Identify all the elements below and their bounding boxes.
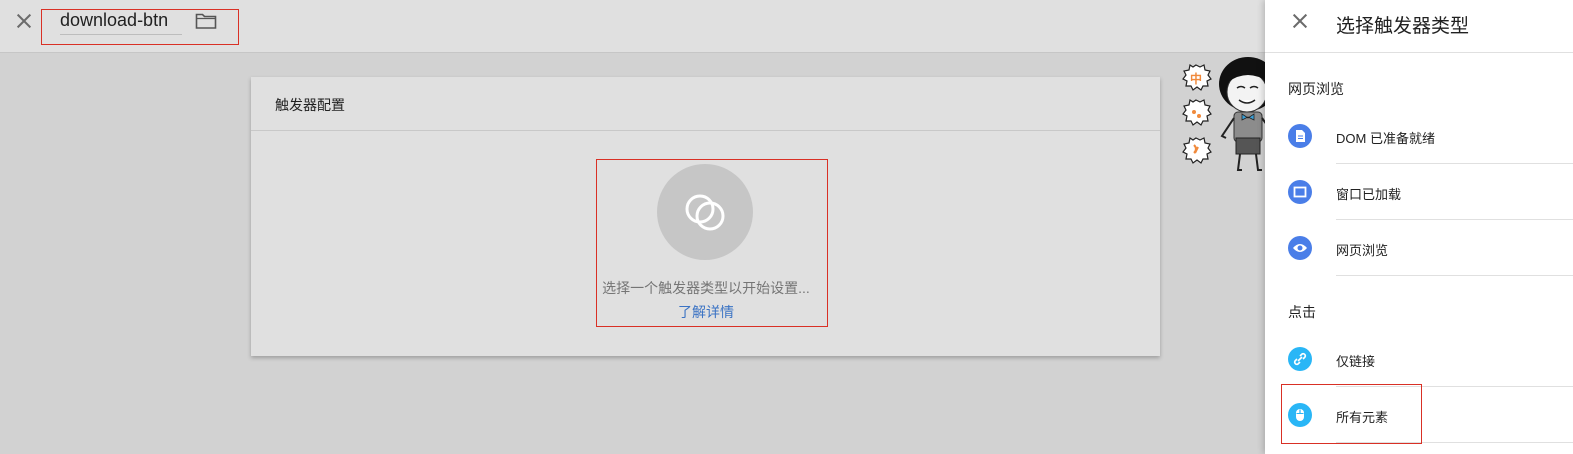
badge-text: 中	[1190, 71, 1202, 86]
section-title-pageview: 网页浏览	[1288, 81, 1344, 97]
section-title-click: 点击	[1288, 304, 1316, 320]
trigger-item-just-links[interactable]: 仅链接	[1265, 331, 1573, 387]
highlight-box	[41, 9, 239, 45]
eye-icon	[1288, 236, 1312, 260]
trigger-editor-header: download-btn	[0, 0, 1265, 53]
trigger-item-label: DOM 已准备就绪	[1336, 131, 1435, 146]
trigger-type-panel: 选择触发器类型 网页浏览 DOM 已准备就绪 窗口已加载 网页浏览 点击 仅链接	[1265, 0, 1573, 454]
close-icon[interactable]	[14, 11, 34, 31]
trigger-item-label: 网页浏览	[1336, 243, 1389, 258]
starburst-badge: 中	[1182, 64, 1212, 91]
trigger-config-card: 触发器配置 选择一个触发器类型以开始设置... 了解详情	[251, 77, 1160, 356]
trigger-item-label: 仅链接	[1336, 354, 1376, 369]
trigger-item-label: 窗口已加载	[1336, 187, 1402, 202]
document-icon	[1288, 124, 1312, 148]
link-icon	[1288, 347, 1312, 371]
trigger-item-dom-ready[interactable]: DOM 已准备就绪	[1265, 108, 1573, 164]
card-title: 触发器配置	[251, 77, 1160, 131]
close-icon[interactable]	[1290, 11, 1310, 31]
trigger-item-pageview[interactable]: 网页浏览	[1265, 220, 1573, 276]
trigger-item-window-loaded[interactable]: 窗口已加载	[1265, 164, 1573, 220]
window-icon	[1288, 180, 1312, 204]
highlight-box	[1281, 384, 1422, 444]
panel-title: 选择触发器类型	[1336, 16, 1470, 37]
panel-header: 选择触发器类型	[1265, 0, 1573, 53]
highlight-box	[596, 159, 828, 327]
divider	[1336, 275, 1573, 276]
